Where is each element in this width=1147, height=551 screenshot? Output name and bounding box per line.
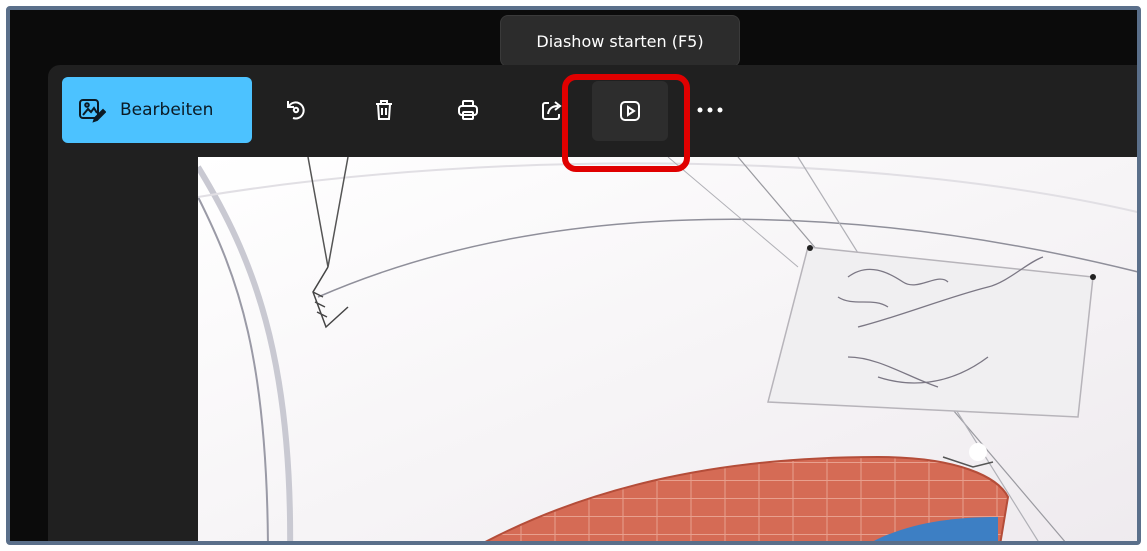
- tooltip: Diashow starten (F5): [500, 15, 740, 67]
- church-ceiling-photo: [198, 157, 1137, 541]
- print-button[interactable]: [440, 82, 496, 138]
- rotate-button[interactable]: [268, 82, 324, 138]
- more-button[interactable]: [682, 82, 738, 138]
- tooltip-text: Diashow starten (F5): [536, 31, 704, 51]
- rotate-icon: [284, 98, 308, 122]
- trash-icon: [372, 98, 396, 122]
- delete-button[interactable]: [356, 82, 412, 138]
- edit-button-label: Bearbeiten: [120, 100, 214, 120]
- photo-preview: [198, 157, 1137, 541]
- edit-image-icon: [78, 97, 106, 123]
- printer-icon: [456, 98, 480, 122]
- screenshot-frame: Diashow starten (F5) Bearbeiten: [6, 6, 1141, 545]
- edit-button[interactable]: Bearbeiten: [62, 77, 252, 143]
- share-icon: [540, 98, 564, 122]
- more-icon: [696, 106, 724, 114]
- highlight-box: [562, 74, 690, 172]
